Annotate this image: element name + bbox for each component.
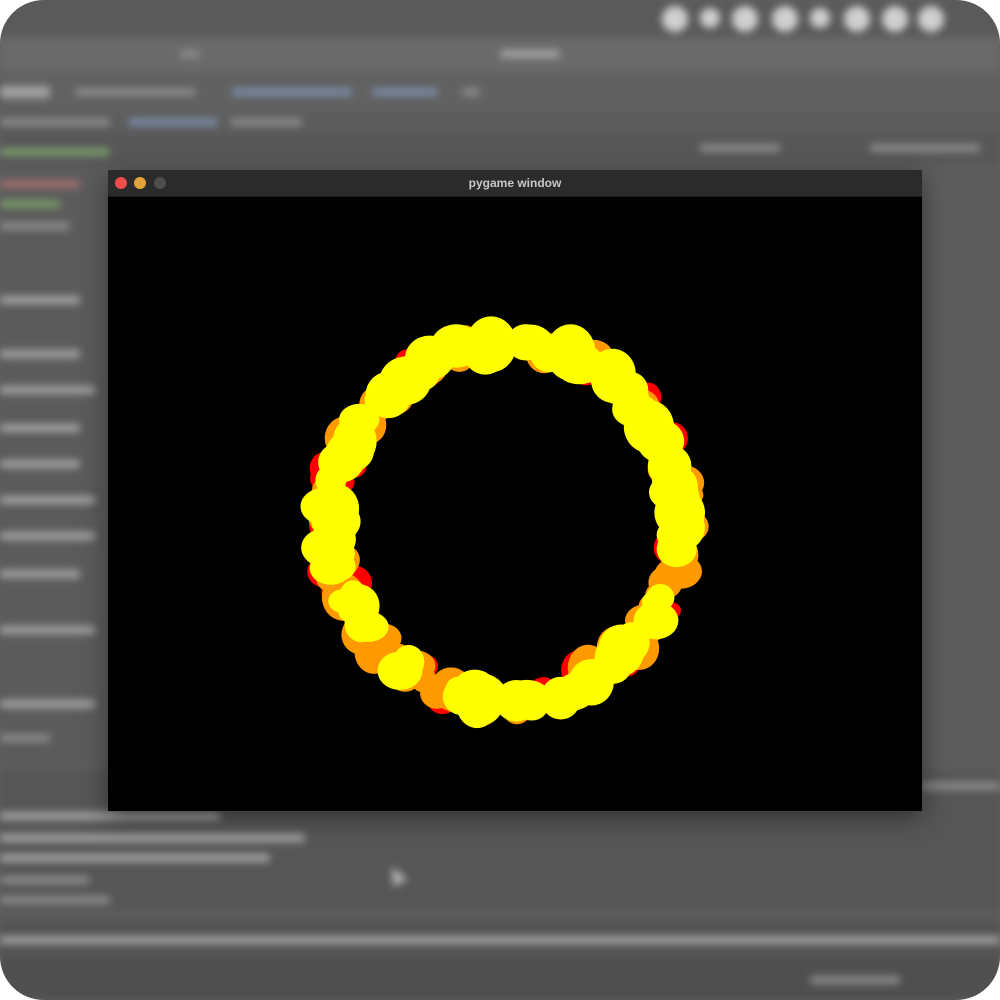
background-text <box>920 782 1000 790</box>
fire-ring-graphic <box>300 316 709 729</box>
background-toolbar-icon <box>772 6 798 32</box>
background-toolbar-icon <box>700 8 720 28</box>
window-title: pygame window <box>468 176 562 190</box>
background-text <box>500 50 560 58</box>
background-text <box>0 148 110 156</box>
background-text <box>230 118 302 126</box>
background-text <box>0 532 95 540</box>
background-text <box>75 88 195 96</box>
flame-particle <box>641 590 672 613</box>
background-text <box>0 896 110 904</box>
background-text <box>0 460 80 468</box>
flame-particle <box>401 357 440 392</box>
flame-particle <box>598 624 645 677</box>
background-text <box>810 976 900 984</box>
background-text <box>372 88 438 96</box>
flame-particle <box>663 530 692 558</box>
flame-particle <box>458 673 506 715</box>
background-text <box>0 876 90 884</box>
screen: pygame window <box>0 0 1000 1000</box>
background-text <box>0 86 50 98</box>
background-text <box>0 570 80 578</box>
background-text <box>0 734 50 742</box>
background-toolbar-icon <box>918 6 944 32</box>
flame-particle <box>344 605 379 643</box>
game-canvas[interactable] <box>108 197 922 811</box>
background-text <box>0 496 95 504</box>
background-editor-header <box>0 134 1000 164</box>
background-text <box>0 350 80 358</box>
background-text <box>0 386 95 394</box>
background-text <box>0 700 95 708</box>
background-toolbar-icon <box>844 6 870 32</box>
background-text <box>0 296 80 304</box>
background-text <box>0 854 270 862</box>
background-text <box>0 834 305 842</box>
flame-particle <box>506 324 545 361</box>
flame-particle <box>318 519 356 559</box>
flame-particle <box>377 651 423 690</box>
background-toolbar-icon <box>732 6 758 32</box>
background-text <box>0 424 80 432</box>
flame-particle <box>540 676 581 720</box>
background-text <box>0 180 80 188</box>
background-toolbar-icon <box>810 8 830 28</box>
background-text <box>462 88 480 96</box>
background-text <box>700 144 780 152</box>
background-text <box>0 936 1000 944</box>
background-text <box>870 144 980 152</box>
flame-particle <box>553 343 605 385</box>
background-text <box>232 88 352 96</box>
flame-particle <box>616 392 644 416</box>
background-text <box>0 200 60 208</box>
pygame-window[interactable]: pygame window <box>108 170 922 811</box>
background-text <box>180 50 200 58</box>
background-toolbar-icon <box>882 6 908 32</box>
flame-particle <box>431 331 469 367</box>
background-toolbar-icon <box>662 6 688 32</box>
background-text <box>128 118 218 126</box>
background-text <box>0 626 95 634</box>
background-text <box>0 222 70 230</box>
background-text <box>0 812 220 820</box>
flame-particle <box>332 416 377 466</box>
flame-particle <box>660 466 698 506</box>
background-text <box>0 118 110 126</box>
pygame-window-title-bar[interactable]: pygame window <box>108 170 922 197</box>
